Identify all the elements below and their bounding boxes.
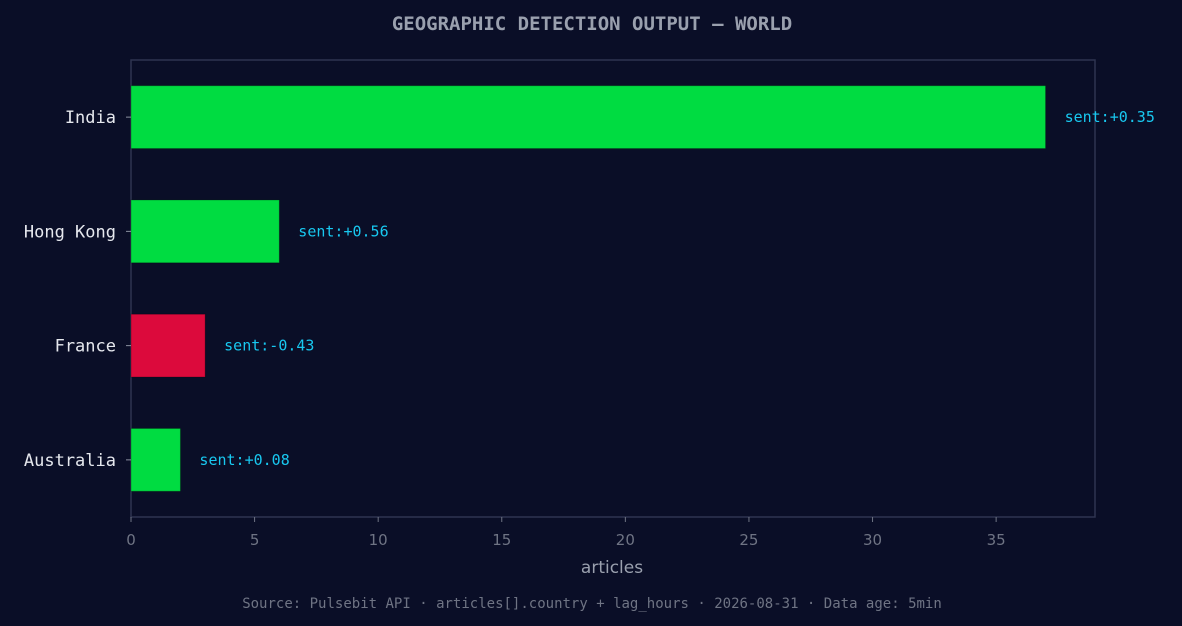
x-tick-label: 25 [739,531,758,549]
y-tick-label: Hong Kong [24,222,116,242]
bar-australia [130,427,181,492]
chart-title: GEOGRAPHIC DETECTION OUTPUT — WORLD [392,13,792,35]
x-tick-label: 20 [616,531,635,549]
x-axis-label: articles [581,558,643,578]
chart: GEOGRAPHIC DETECTION OUTPUT — WORLD Indi… [24,13,1155,612]
x-tick-label: 0 [126,531,136,549]
y-tick-label: France [55,337,116,357]
bar-france [130,313,206,378]
y-tick-label: Australia [24,451,116,471]
sentiment-label: sent:+0.35 [1065,108,1155,126]
x-tick-label: 5 [250,531,260,549]
sentiment-label: sent:+0.56 [298,222,388,240]
x-tick-label: 35 [987,531,1006,549]
x-tick-label: 10 [369,531,388,549]
plot-area: India sent:+0.35 Hong Kong sent:+0.56 France… [24,59,1155,549]
sentiment-label: sent:-0.43 [224,337,314,355]
bar-hong-kong [130,199,280,264]
sentiment-label: sent:+0.08 [199,451,289,469]
bar-india [130,85,1047,150]
x-tick-label: 15 [492,531,511,549]
y-tick-label: India [65,108,116,128]
footer-source: Source: Pulsebit API · articles[].countr… [242,596,942,612]
x-tick-label: 30 [863,531,882,549]
